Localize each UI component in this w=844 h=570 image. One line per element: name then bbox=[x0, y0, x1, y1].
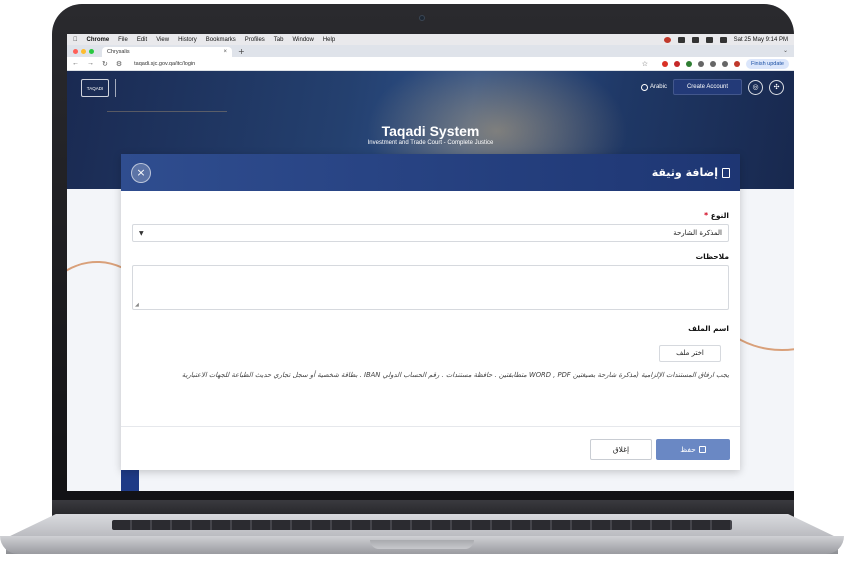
reload-icon[interactable]: ↻ bbox=[102, 60, 108, 68]
type-label: النوع * bbox=[132, 211, 729, 220]
forward-icon[interactable]: → bbox=[87, 60, 94, 67]
close-dialog-icon[interactable]: × bbox=[131, 162, 151, 183]
language-label: Arabic bbox=[649, 84, 667, 90]
tab-search-icon[interactable]: ⌄ bbox=[783, 45, 788, 57]
menu-view[interactable]: View bbox=[156, 37, 169, 43]
extensions-puzzle-icon[interactable] bbox=[709, 60, 716, 67]
laptop-opening-notch bbox=[370, 540, 474, 549]
language-switch[interactable]: Arabic bbox=[640, 83, 667, 91]
close-tab-icon[interactable]: × bbox=[223, 49, 227, 55]
extension-icon[interactable] bbox=[673, 60, 680, 67]
site-info-icon[interactable]: ⚙ bbox=[116, 60, 122, 68]
add-document-dialog: × إضافة وثيقة النوع * المذكرة الشارحة ▼ bbox=[121, 154, 740, 470]
menu-app-name[interactable]: Chrome bbox=[87, 37, 110, 43]
globe-icon bbox=[640, 83, 648, 91]
menu-help[interactable]: Help bbox=[323, 37, 335, 43]
minimize-window-button[interactable] bbox=[81, 48, 86, 54]
file-name-label: اسم الملف bbox=[688, 324, 729, 333]
extension-icon[interactable] bbox=[697, 60, 704, 67]
notes-label: ملاحظات bbox=[695, 252, 729, 261]
header-actions: Arabic Create Account ◎ ✣ bbox=[640, 79, 784, 95]
extension-icon[interactable] bbox=[661, 60, 668, 67]
hero-title-block: Taqadi System Investment and Trade Court… bbox=[67, 123, 794, 146]
control-center-icon[interactable] bbox=[719, 36, 727, 43]
create-account-button[interactable]: Create Account bbox=[672, 79, 742, 95]
new-tab-icon[interactable]: + bbox=[238, 47, 245, 57]
footer-divider bbox=[121, 426, 740, 427]
close-button[interactable]: إغلاق bbox=[590, 439, 652, 460]
dropdown-arrow-icon: ▼ bbox=[139, 229, 144, 237]
menu-window[interactable]: Window bbox=[292, 37, 313, 43]
notes-textarea[interactable]: ◢ bbox=[132, 265, 729, 310]
type-select[interactable]: المذكرة الشارحة ▼ bbox=[132, 224, 729, 242]
site-logo[interactable]: TAQADI bbox=[81, 79, 165, 97]
accessibility-icon[interactable]: ◎ bbox=[748, 79, 763, 95]
menu-bookmarks[interactable]: Bookmarks bbox=[206, 37, 236, 43]
mac-menubar:  Chrome File Edit View History Bookmark… bbox=[67, 34, 794, 45]
apple-icon[interactable]:  bbox=[73, 37, 78, 43]
dialog-body: النوع * المذكرة الشارحة ▼ ملاحظات ◢ اسم … bbox=[121, 191, 740, 381]
court-emblem-icon bbox=[115, 79, 165, 97]
back-icon[interactable]: ← bbox=[72, 60, 79, 67]
search-icon[interactable] bbox=[705, 36, 713, 43]
menu-history[interactable]: History bbox=[178, 37, 197, 43]
address-bar[interactable]: taqadi.sjc.gov.qa/itc/login bbox=[134, 61, 195, 67]
browser-toolbar: ← → ↻ ⚙ taqadi.sjc.gov.qa/itc/login ☆ Fi… bbox=[67, 57, 794, 71]
page-content: TAQADI Arabic Create Account ◎ ✣ Taqadi … bbox=[67, 71, 794, 491]
dialog-footer: حفظ إغلاق bbox=[121, 439, 740, 460]
required-mark: * bbox=[704, 211, 709, 220]
wifi-icon[interactable] bbox=[691, 36, 699, 43]
menu-tab[interactable]: Tab bbox=[274, 37, 284, 43]
menu-edit[interactable]: Edit bbox=[137, 37, 147, 43]
page-subtitle: Investment and Trade Court - Complete Ju… bbox=[367, 140, 494, 146]
tab-title: Chrysalis bbox=[107, 49, 130, 55]
taqadi-logo: TAQADI bbox=[81, 79, 109, 97]
choose-file-button[interactable]: اختر ملف bbox=[659, 345, 721, 362]
finish-update-button[interactable]: Finish update bbox=[745, 58, 789, 69]
dialog-title-wrap: إضافة وثيقة bbox=[652, 166, 730, 179]
menubar-datetime[interactable]: Sat 25 May 9:14 PM bbox=[734, 37, 788, 43]
status-icon[interactable] bbox=[677, 36, 685, 43]
window-controls bbox=[73, 45, 94, 57]
browser-tabbar: Chrysalis × + ⌄ bbox=[67, 45, 794, 57]
browser-tab[interactable]: Chrysalis × bbox=[102, 47, 232, 57]
screen:  Chrome File Edit View History Bookmark… bbox=[67, 34, 794, 491]
save-label: حفظ bbox=[680, 445, 696, 454]
save-disk-icon bbox=[698, 446, 706, 453]
bookmark-star-icon[interactable]: ☆ bbox=[642, 60, 648, 68]
settings-icon[interactable]: ✣ bbox=[769, 79, 784, 95]
page-title: Taqadi System bbox=[381, 123, 480, 139]
required-documents-hint: يجب ارفاق المستندات الإلزامية (مذكرة شار… bbox=[181, 371, 729, 379]
laptop-keyboard-edge bbox=[112, 520, 732, 530]
zoom-window-button[interactable] bbox=[89, 48, 94, 54]
webcam bbox=[419, 15, 425, 21]
extension-icon[interactable] bbox=[685, 60, 692, 67]
type-label-text: النوع bbox=[710, 211, 729, 220]
dialog-title: إضافة وثيقة bbox=[651, 166, 718, 179]
laptop-mockup:  Chrome File Edit View History Bookmark… bbox=[0, 0, 844, 570]
type-select-value: المذكرة الشارحة bbox=[673, 229, 722, 237]
resize-grip-icon[interactable]: ◢ bbox=[135, 302, 139, 308]
document-icon bbox=[722, 167, 730, 178]
status-icon[interactable] bbox=[663, 36, 671, 43]
download-icon[interactable] bbox=[721, 60, 728, 67]
menu-profiles[interactable]: Profiles bbox=[245, 37, 265, 43]
menu-file[interactable]: File bbox=[118, 37, 128, 43]
profile-avatar[interactable] bbox=[733, 60, 740, 67]
dialog-header: × إضافة وثيقة bbox=[121, 154, 740, 191]
save-button[interactable]: حفظ bbox=[656, 439, 730, 460]
close-window-button[interactable] bbox=[73, 48, 78, 54]
